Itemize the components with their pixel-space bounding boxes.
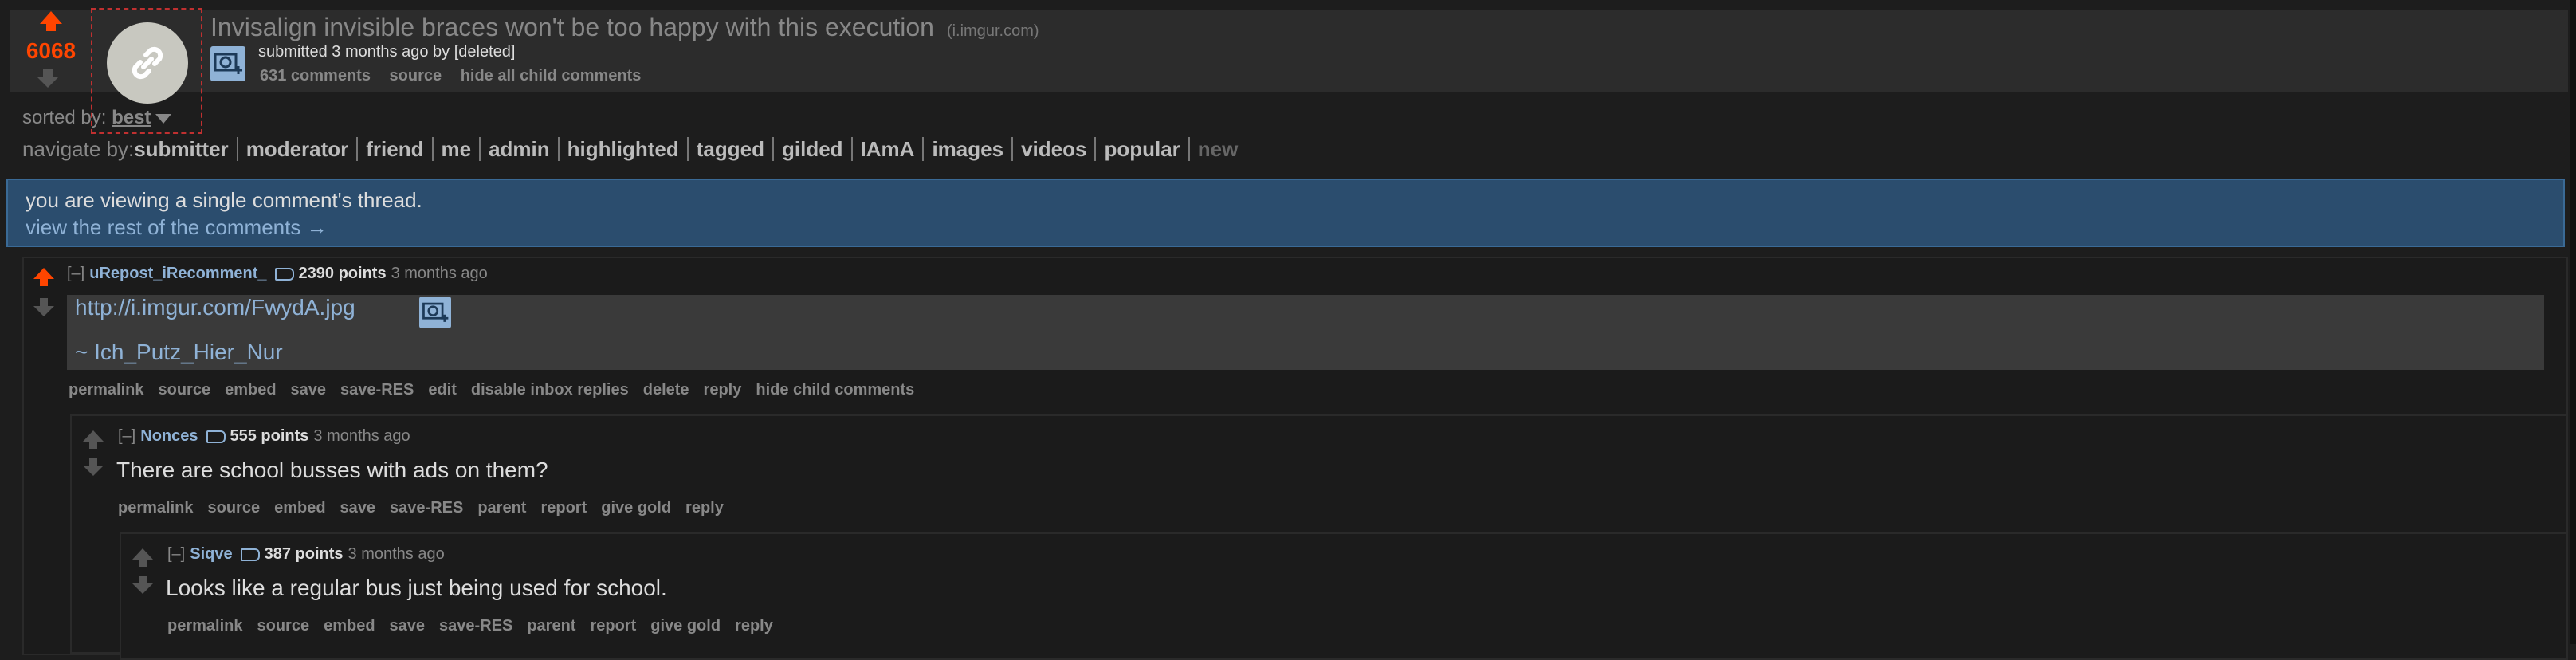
- report-button[interactable]: report: [540, 499, 587, 517]
- comment-buttons: permalink source embed save save-RES parent re…: [167, 617, 787, 635]
- give-gold-button[interactable]: give gold: [650, 617, 721, 634]
- nav-iama[interactable]: IAmA: [852, 137, 925, 161]
- post-title[interactable]: Invisalign invisible braces won't be too…: [210, 13, 934, 41]
- sort-label: sorted by:: [22, 107, 107, 128]
- hide-child-comments-link[interactable]: hide all child comments: [461, 67, 642, 84]
- reply-button[interactable]: reply: [704, 381, 742, 399]
- collapse-toggle[interactable]: [–]: [67, 265, 84, 282]
- banner-message: you are viewing a single comment's threa…: [26, 188, 422, 212]
- user-tag-icon[interactable]: [274, 267, 294, 281]
- post-score: 6068: [26, 38, 77, 63]
- permalink-button[interactable]: permalink: [69, 381, 143, 399]
- nav-friend[interactable]: friend: [358, 137, 434, 161]
- post-buttons: 631 comments source hide all child comme…: [260, 67, 655, 85]
- nav-submitter[interactable]: submitter: [134, 137, 238, 161]
- comment-time: 3 months ago: [348, 545, 445, 563]
- nav-popular[interactable]: popular: [1096, 137, 1190, 161]
- permalink-button[interactable]: permalink: [167, 617, 242, 634]
- comment-points: 387 points: [264, 545, 344, 563]
- save-button[interactable]: save: [340, 499, 376, 517]
- source-button[interactable]: source: [158, 381, 210, 399]
- view-rest-link[interactable]: view the rest of the comments →: [26, 215, 328, 240]
- post-vote-column: 6068: [11, 11, 91, 91]
- nav-tagged[interactable]: tagged: [688, 137, 774, 161]
- reply-button[interactable]: reply: [685, 499, 724, 517]
- reply-button[interactable]: reply: [735, 617, 773, 634]
- edit-button[interactable]: edit: [428, 381, 457, 399]
- comment-header: [–] Nonces 555 points 3 months ago: [118, 427, 410, 446]
- parent-button[interactable]: parent: [527, 617, 575, 634]
- save-res-button[interactable]: save-RES: [340, 381, 414, 399]
- nav-moderator[interactable]: moderator: [238, 137, 359, 161]
- nav-me[interactable]: me: [433, 137, 481, 161]
- sort-value[interactable]: best: [112, 107, 151, 128]
- downvote-arrow-icon[interactable]: [132, 576, 153, 594]
- nav-videos[interactable]: videos: [1013, 137, 1097, 161]
- source-link[interactable]: source: [390, 67, 442, 84]
- nav-new[interactable]: new: [1190, 137, 1247, 161]
- comment-author[interactable]: Nonces: [140, 427, 198, 445]
- dropdown-caret-icon[interactable]: [155, 113, 172, 124]
- embed-button[interactable]: embed: [225, 381, 276, 399]
- post-title-row: Invisalign invisible braces won't be too…: [210, 13, 1039, 42]
- upvote-arrow-icon[interactable]: [40, 11, 62, 31]
- report-button[interactable]: report: [590, 617, 636, 634]
- post-domain[interactable]: (i.imgur.com): [947, 22, 1039, 40]
- upvote-arrow-icon[interactable]: [33, 268, 54, 286]
- comment-time: 3 months ago: [313, 427, 410, 445]
- delete-button[interactable]: delete: [643, 381, 689, 399]
- image-expando-icon[interactable]: [210, 46, 245, 81]
- navigate-label: navigate by:: [22, 137, 135, 161]
- disable-inbox-replies-button[interactable]: disable inbox replies: [471, 381, 629, 399]
- nav-images[interactable]: images: [924, 137, 1014, 161]
- embed-button[interactable]: embed: [274, 499, 325, 517]
- comment-body: Looks like a regular bus just being used…: [166, 576, 667, 600]
- post-tagline: submitted 3 months ago by [deleted]: [258, 43, 516, 61]
- comment-author[interactable]: uRepost_iRecomment_: [89, 265, 266, 282]
- embed-button[interactable]: embed: [324, 617, 375, 634]
- give-gold-button[interactable]: give gold: [601, 499, 671, 517]
- downvote-arrow-icon[interactable]: [33, 298, 54, 316]
- nav-gilded[interactable]: gilded: [773, 137, 853, 161]
- nav-highlighted[interactable]: highlighted: [559, 137, 689, 161]
- comment-buttons: permalink source embed save save-RES edit disa…: [69, 381, 929, 399]
- link-thumbnail-icon: [107, 22, 188, 104]
- user-tag-icon[interactable]: [206, 430, 226, 443]
- comment-body: http://i.imgur.com/FwydA.jpg ~ Ich_Putz_…: [67, 295, 2544, 370]
- nav-admin[interactable]: admin: [481, 137, 560, 161]
- comment-time: 3 months ago: [391, 265, 488, 282]
- source-button[interactable]: source: [207, 499, 260, 517]
- upvote-arrow-icon[interactable]: [83, 430, 104, 449]
- save-button[interactable]: save: [390, 617, 426, 634]
- collapse-toggle[interactable]: [–]: [167, 545, 185, 563]
- comment-body: There are school busses with ads on them…: [116, 458, 548, 482]
- comments-link[interactable]: 631 comments: [260, 67, 371, 84]
- comment-signature[interactable]: ~ Ich_Putz_Hier_Nur: [75, 340, 283, 365]
- permalink-button[interactable]: permalink: [118, 499, 193, 517]
- save-button[interactable]: save: [291, 381, 327, 399]
- hide-child-comments-button[interactable]: hide child comments: [756, 381, 914, 399]
- source-button[interactable]: source: [257, 617, 309, 634]
- comment-author[interactable]: Siqve: [190, 545, 232, 563]
- downvote-arrow-icon[interactable]: [37, 69, 59, 88]
- save-res-button[interactable]: save-RES: [390, 499, 463, 517]
- comment-image-link[interactable]: http://i.imgur.com/FwydA.jpg: [75, 295, 355, 320]
- comment-header: [–] Siqve 387 points 3 months ago: [167, 545, 445, 564]
- image-expando-icon[interactable]: [419, 297, 451, 328]
- parent-button[interactable]: parent: [477, 499, 526, 517]
- user-tag-icon[interactable]: [240, 548, 260, 561]
- window-scrollbar[interactable]: [2570, 0, 2576, 644]
- comment-points: 555 points: [230, 427, 309, 445]
- upvote-arrow-icon[interactable]: [132, 548, 153, 567]
- comment-points: 2390 points: [298, 265, 387, 282]
- save-res-button[interactable]: save-RES: [439, 617, 512, 634]
- comment-buttons: permalink source embed save save-RES parent re…: [118, 499, 738, 517]
- downvote-arrow-icon[interactable]: [83, 458, 104, 476]
- single-thread-banner: you are viewing a single comment's threa…: [6, 179, 2565, 247]
- sort-menu: sorted by: best: [22, 107, 172, 129]
- comment-header: [–] uRepost_iRecomment_ 2390 points 3 month…: [67, 265, 488, 283]
- collapse-toggle[interactable]: [–]: [118, 427, 135, 445]
- navigate-bar: navigate by:submitter moderator friend me ad…: [22, 137, 1246, 162]
